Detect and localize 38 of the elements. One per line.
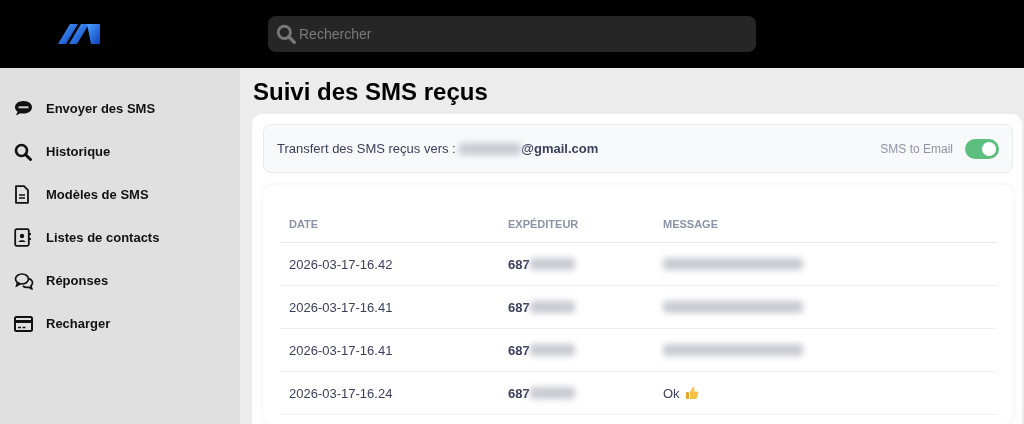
sidebar-item[interactable]: Listes de contacts: [0, 216, 240, 259]
email-domain: @gmail.com: [521, 141, 599, 156]
forwarding-label: Transfert des SMS reçus vers :: [277, 141, 456, 156]
search-field[interactable]: Rechercher: [268, 16, 756, 52]
redaction-blur: [529, 344, 575, 356]
sidebar-item[interactable]: Réponses: [0, 259, 240, 302]
table-cell: 687: [508, 342, 530, 358]
redaction-blur: [529, 258, 575, 270]
document-icon: [14, 185, 30, 204]
redaction-blur: [529, 301, 575, 313]
column-header: EXPÉDITEUR: [508, 217, 580, 230]
table-cell: 687: [508, 256, 530, 272]
table-cell-text: 2026-03-17-16.42: [289, 256, 394, 272]
chat-bubbles-icon: [14, 271, 34, 290]
sms-bubble-icon: [14, 100, 33, 117]
table-cell-text: 2026-03-17-16.41: [289, 299, 394, 315]
column-header: MESSAGE: [663, 217, 719, 230]
credit-card-icon: [14, 315, 33, 332]
sidebar-item[interactable]: Historique: [0, 130, 240, 173]
table-cell-text: 2026-03-17-16.41: [289, 342, 394, 358]
table-cell-text: 2026-03-17-16.24: [289, 385, 394, 401]
table-cell: 687: [508, 299, 530, 315]
table-cell: Ok: [663, 385, 680, 401]
sidebar-item[interactable]: Modèles de SMS: [0, 173, 240, 216]
toggle-label: SMS to Email: [880, 141, 953, 156]
thumbs-up-icon: [684, 386, 699, 400]
search-icon: [276, 24, 296, 44]
redaction-blur: [459, 142, 522, 155]
table-cell: 687: [508, 385, 530, 401]
search-icon: [14, 142, 32, 161]
page-title: Suivi des SMS reçus: [253, 78, 489, 106]
column-header: DATE: [289, 217, 320, 230]
contact-card-icon: [14, 228, 32, 247]
toggle-switch[interactable]: [965, 138, 999, 159]
sidebar-item[interactable]: Envoyer des SMS: [0, 87, 240, 130]
redaction-blur: [529, 387, 575, 399]
logo: [58, 24, 100, 44]
sidebar-item[interactable]: Recharger: [0, 302, 240, 345]
